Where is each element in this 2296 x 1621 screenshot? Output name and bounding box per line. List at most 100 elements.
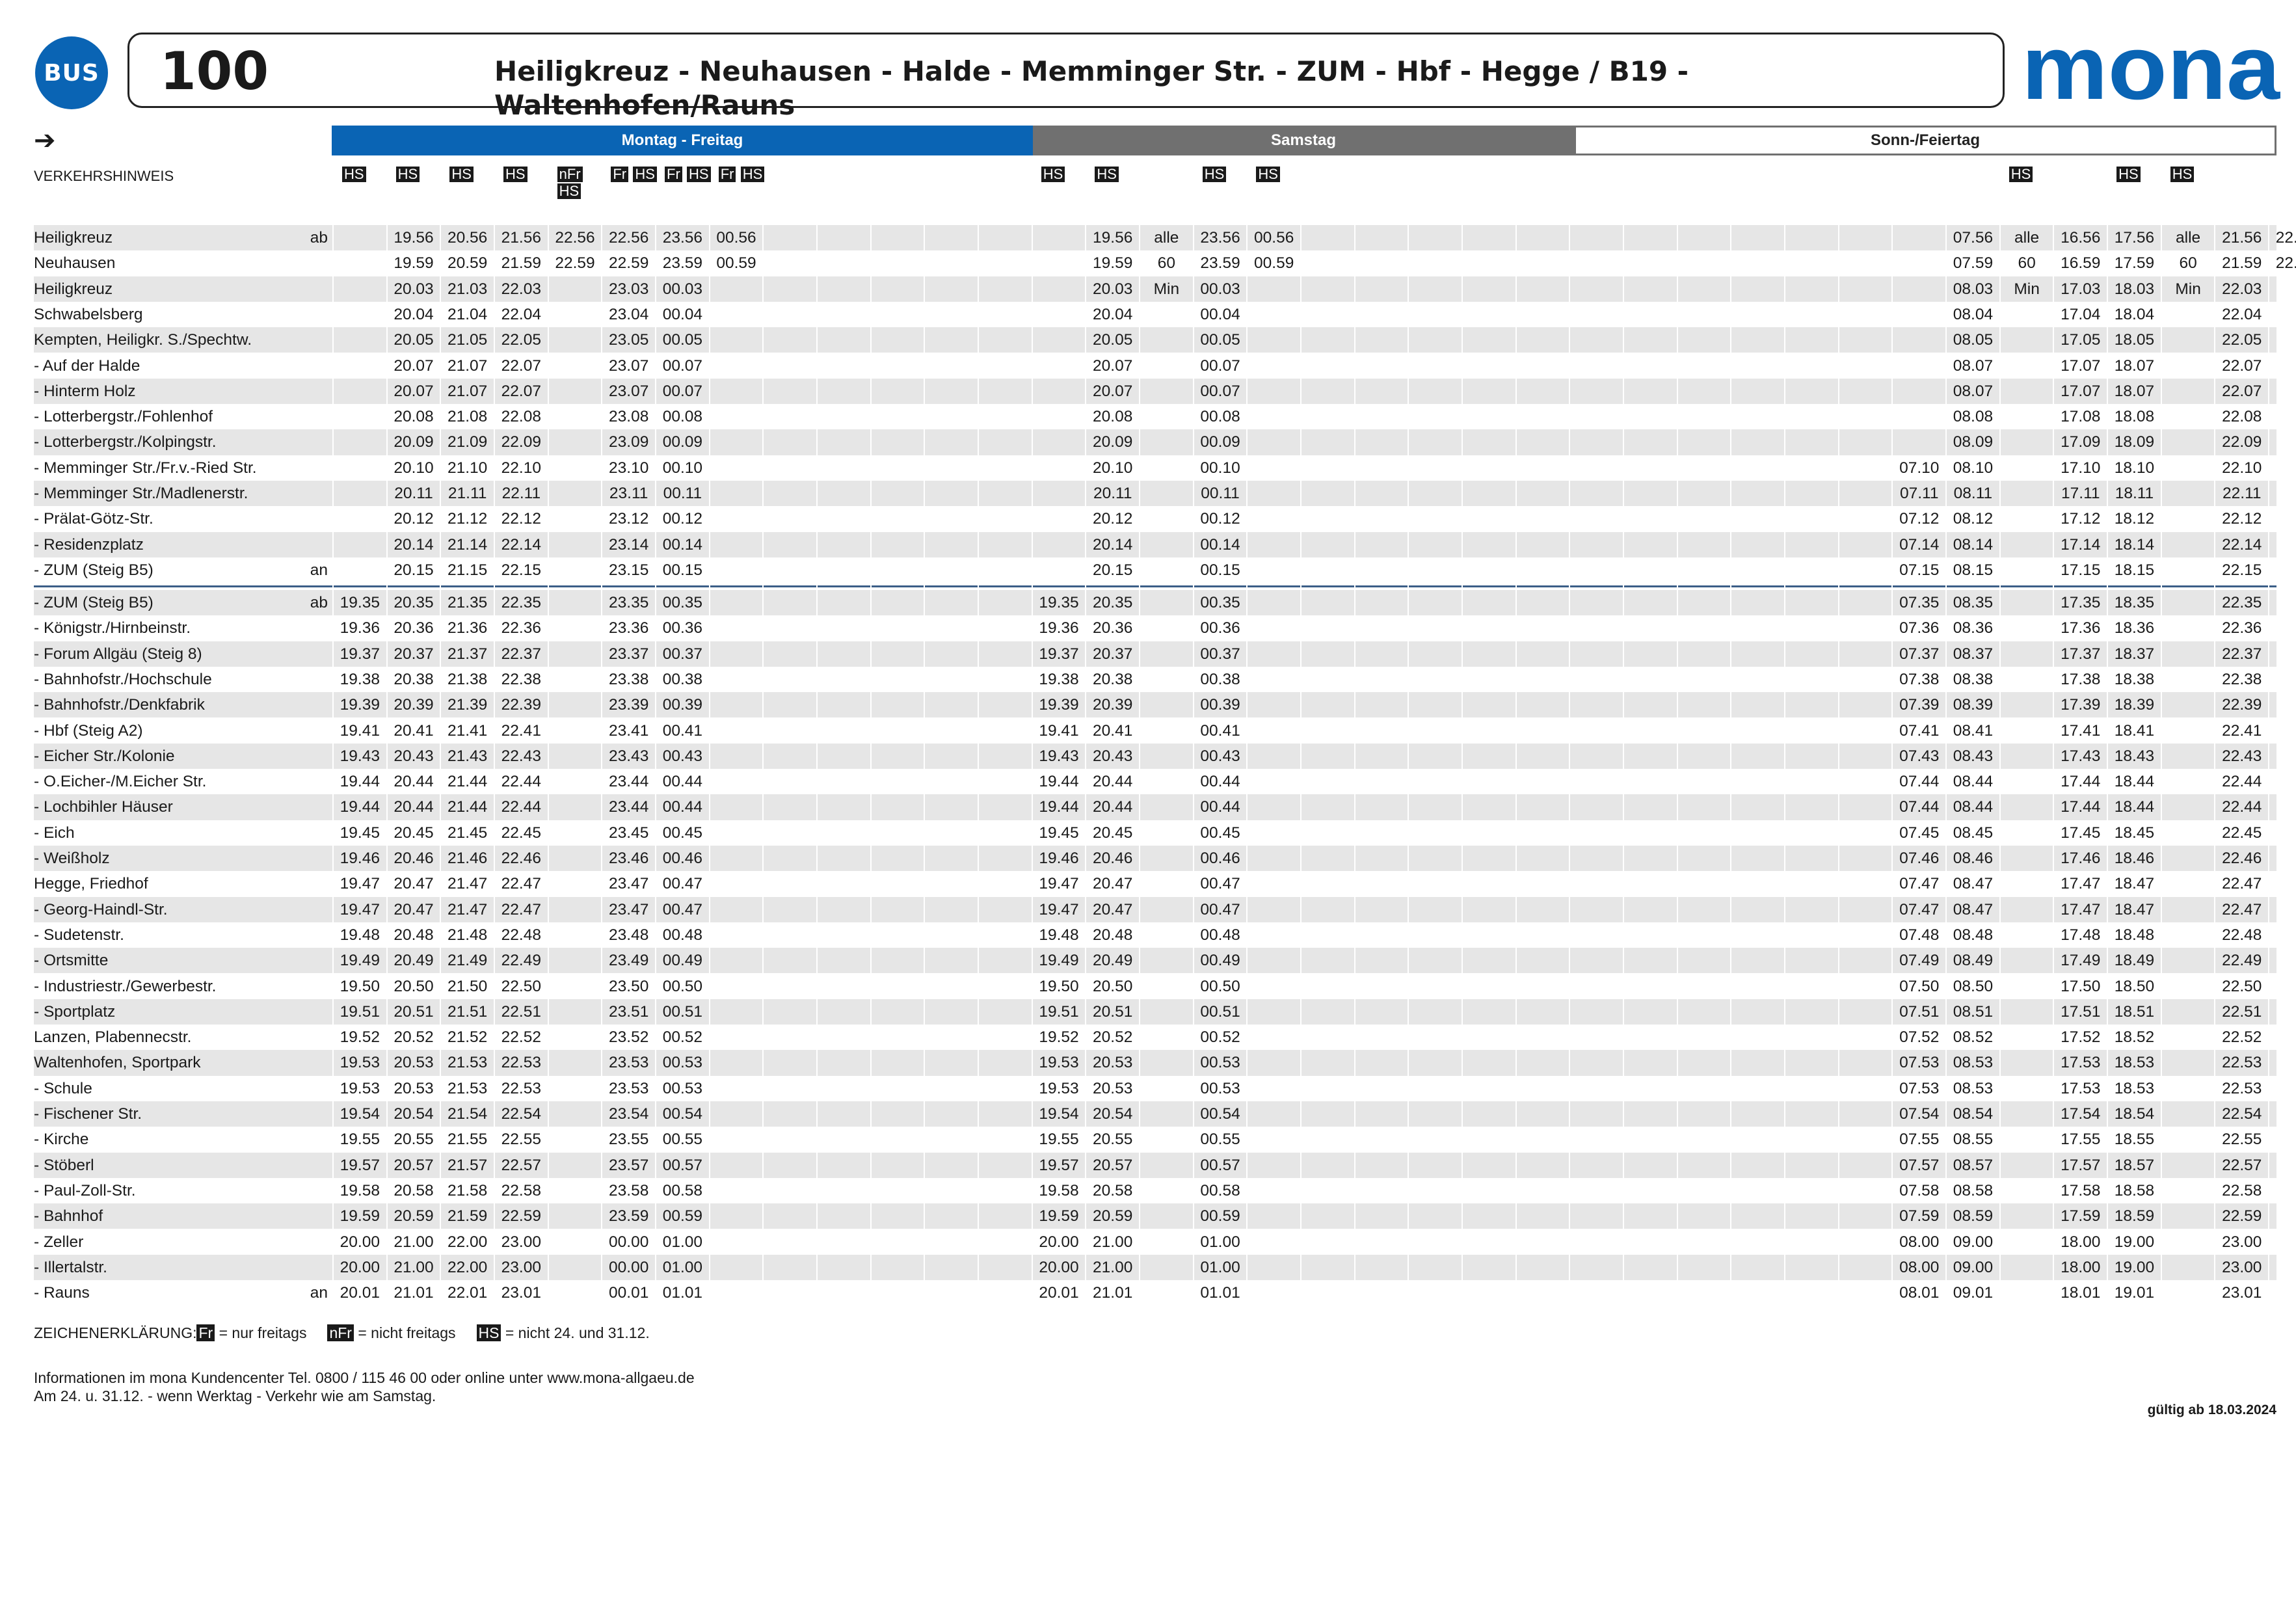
departure-time: 01.01: [1200, 1284, 1240, 1302]
arrival-departure-marker: [286, 455, 328, 481]
departure-time: 20.07: [394, 356, 434, 375]
departure-time: 17.14: [2061, 535, 2101, 554]
departure-time: 08.52: [1953, 1028, 1994, 1047]
departure-time: 22.39: [501, 696, 541, 714]
departure-time: 20.53: [394, 1054, 434, 1072]
departure-time: 21.36: [447, 619, 488, 637]
departure-time: 18.38: [2114, 670, 2155, 688]
departure-time: 00.08: [662, 408, 702, 426]
departure-time: 18.48: [2114, 926, 2155, 944]
departure-time: 22.53: [2222, 1054, 2262, 1072]
departure-time: 22.59: [2275, 254, 2296, 273]
arrival-departure-marker: an: [310, 1284, 328, 1302]
departure-time: 23.55: [609, 1131, 649, 1149]
departure-time: Min: [1153, 280, 1180, 298]
departure-time: 20.52: [394, 1028, 434, 1047]
departure-time: 20.55: [394, 1131, 434, 1149]
departure-time: 19.35: [340, 594, 380, 611]
departure-time: 21.01: [1093, 1284, 1133, 1302]
departure-time: 18.54: [2114, 1105, 2155, 1123]
column-separator: [1623, 225, 1625, 1306]
departure-time: 18.36: [2114, 619, 2155, 637]
departure-time: 18.47: [2114, 875, 2155, 893]
note-badge: HS: [342, 167, 366, 182]
note-badge: Fr: [665, 167, 682, 182]
departure-time: 08.08: [1953, 408, 1994, 426]
departure-time: 23.59: [1200, 254, 1240, 273]
legend-fr-tag: Fr: [196, 1324, 215, 1341]
departure-time: 00.51: [1200, 1002, 1240, 1021]
departure-time: 18.05: [2114, 331, 2155, 349]
departure-time: 17.54: [2061, 1105, 2101, 1123]
legend-label: ZEICHENERKLÄRUNG:: [34, 1324, 197, 1341]
departure-time: 19.54: [340, 1105, 380, 1123]
departure-time: 00.03: [662, 280, 702, 298]
departure-time: 23.01: [2222, 1284, 2262, 1302]
departure-time: 17.50: [2061, 977, 2101, 995]
arrival-departure-marker: [286, 379, 328, 404]
departure-time: 22.47: [2222, 875, 2262, 893]
departure-time: 07.59: [1899, 1207, 1940, 1226]
departure-time: 20.55: [1093, 1131, 1133, 1149]
departure-time: 21.15: [447, 561, 488, 579]
departure-time: 08.35: [1953, 594, 1994, 611]
column-separator: [762, 225, 764, 1306]
header-sunday: Sonn-/Feiertag: [1574, 126, 2276, 155]
departure-time: 00.53: [1200, 1079, 1240, 1097]
departure-time: 23.36: [609, 619, 649, 637]
departure-time: 21.47: [447, 900, 488, 918]
arrival-departure-marker: [286, 1255, 328, 1280]
departure-time: 00.59: [1254, 254, 1294, 273]
departure-time: 17.59: [2061, 1207, 2101, 1226]
departure-time: 19.59: [1039, 1207, 1079, 1226]
arrival-departure-marker: [286, 974, 328, 999]
departure-time: 20.45: [1093, 824, 1133, 842]
departure-time: 00.44: [1200, 773, 1240, 791]
header-saturday: Samstag: [1033, 126, 1574, 155]
departure-time: 00.47: [1200, 875, 1240, 893]
departure-time: 00.03: [1200, 280, 1240, 298]
departure-time: 22.44: [2222, 773, 2262, 791]
departure-time: 08.45: [1953, 824, 1994, 842]
departure-time: 08.11: [1953, 485, 1993, 502]
departure-time: 07.53: [1899, 1054, 1940, 1072]
stop-name: - Kirche: [34, 1131, 89, 1149]
departure-time: 18.51: [2114, 1002, 2155, 1021]
departure-time: 08.53: [1953, 1079, 1994, 1097]
departure-time: 22.45: [501, 824, 541, 842]
departure-time: 08.47: [1953, 900, 1994, 918]
departure-time: 21.04: [447, 305, 488, 323]
departure-time: 20.49: [1093, 952, 1133, 970]
column-separator: [924, 225, 926, 1306]
departure-time: 22.52: [2222, 1028, 2262, 1047]
departure-time: 19.46: [340, 850, 380, 867]
departure-time: 20.37: [394, 645, 434, 663]
stop-name: - Sportplatz: [34, 1002, 116, 1021]
departure-time: 19.45: [340, 824, 380, 842]
departure-time: 19.36: [1039, 619, 1079, 637]
departure-time: 23.53: [609, 1079, 649, 1097]
departure-time: 21.07: [447, 382, 488, 400]
arrival-departure-marker: [286, 302, 328, 327]
departure-time: 21.37: [447, 645, 488, 663]
note-badge: nFr: [557, 167, 583, 182]
departure-time: 23.37: [609, 645, 649, 663]
departure-time: 18.57: [2114, 1156, 2155, 1174]
departure-time: 23.03: [609, 280, 649, 298]
departure-time: 00.59: [662, 1207, 702, 1226]
departure-time: 00.56: [716, 229, 756, 247]
column-separator: [1462, 225, 1463, 1306]
departure-time: 08.48: [1953, 926, 1994, 944]
departure-time: 22.47: [501, 875, 541, 893]
note-badge: Fr: [611, 167, 629, 182]
departure-time: 08.03: [1953, 280, 1994, 298]
departure-time: 07.44: [1899, 773, 1940, 791]
departure-time: 21.59: [501, 254, 541, 273]
departure-time: 22.54: [501, 1105, 541, 1123]
departure-time: 17.48: [2061, 926, 2101, 944]
stop-name: Neuhausen: [34, 254, 116, 273]
stop-name: - Forum Allgäu (Steig 8): [34, 645, 202, 663]
departure-time: 22.56: [2275, 229, 2296, 247]
departure-time: 08.10: [1953, 459, 1994, 477]
departure-time: 07.43: [1899, 747, 1940, 765]
